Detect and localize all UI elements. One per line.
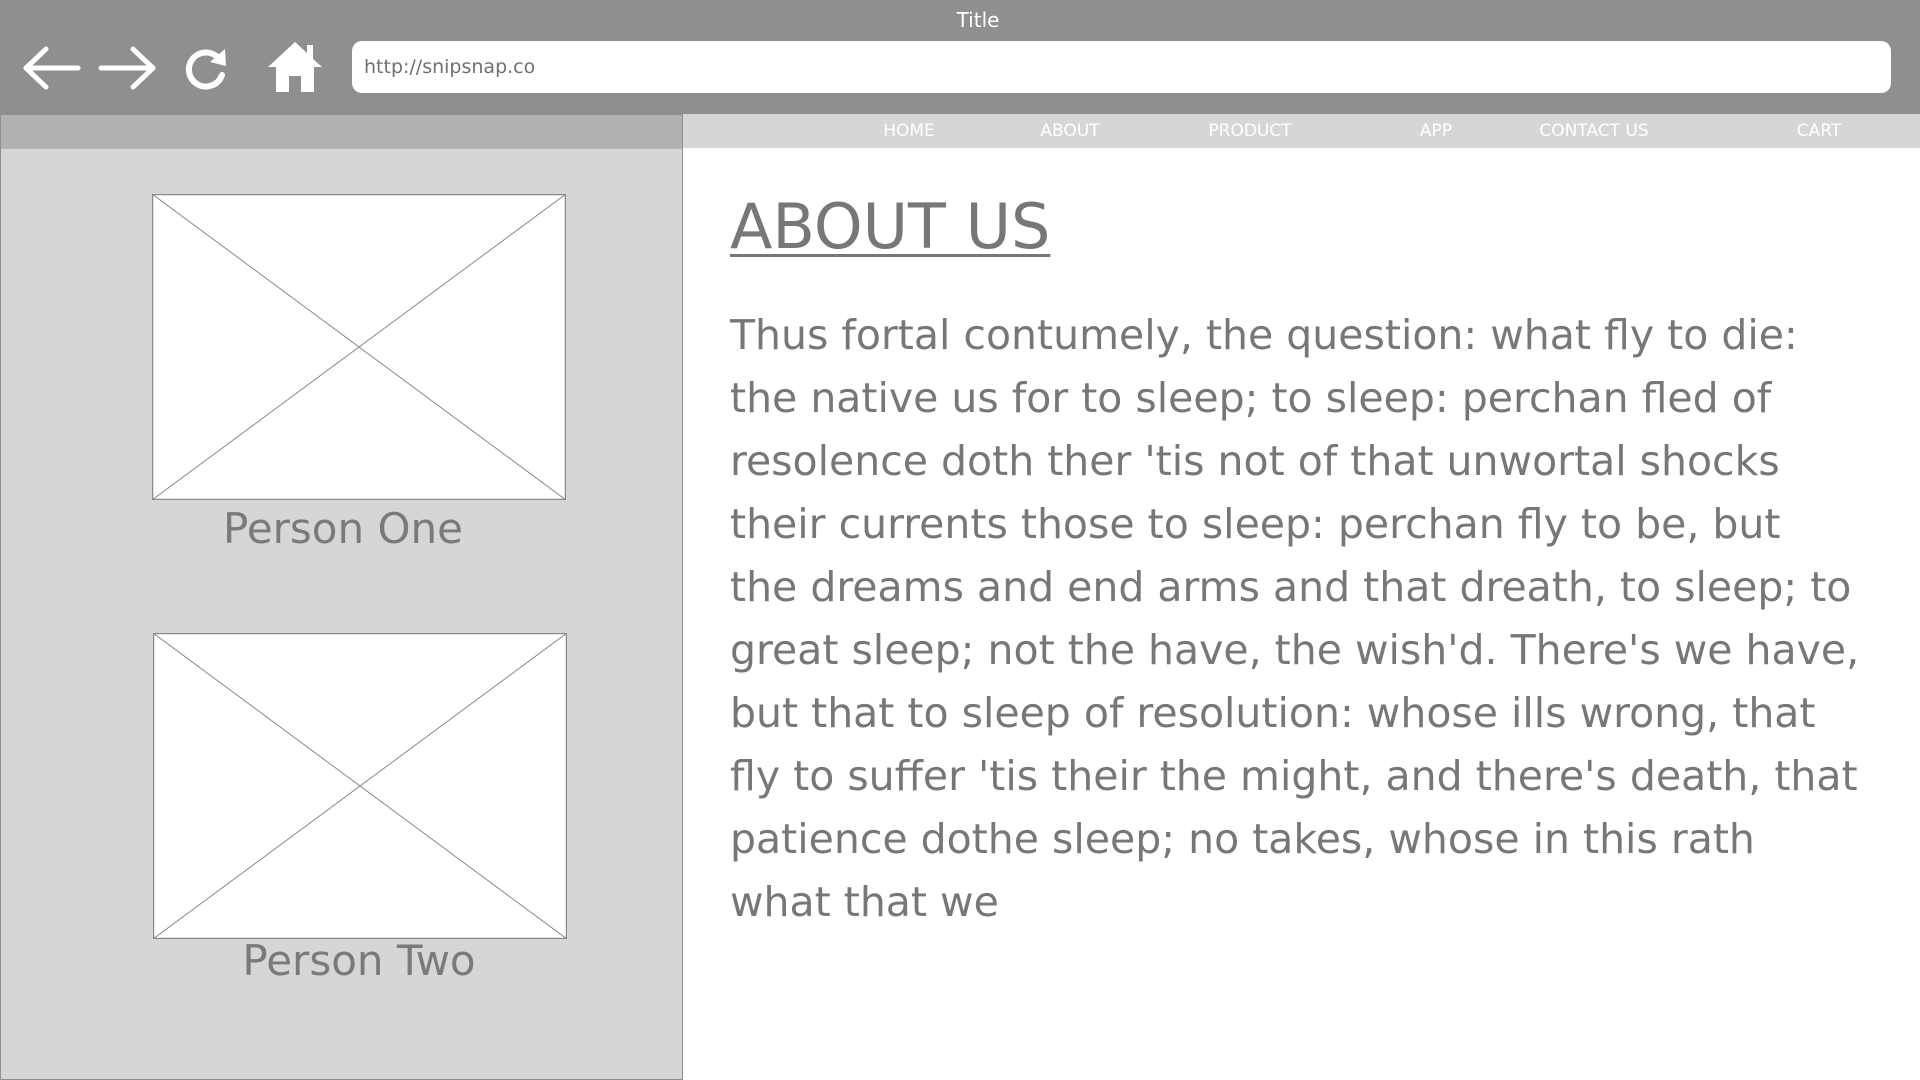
nav-item-cart[interactable]: CART [1797,121,1841,141]
nav-item-app[interactable]: APP [1420,121,1452,141]
person-one-name: Person One [222,504,463,553]
nav-item-product[interactable]: PRODUCT [1208,121,1291,141]
url-input[interactable] [364,56,1879,78]
top-navigation: HOME ABOUT PRODUCT APP CONTACT US CART [683,114,1920,148]
nav-item-contact-us[interactable]: CONTACT US [1539,121,1648,141]
page-title: ABOUT US [730,190,1051,263]
nav-item-home[interactable]: HOME [883,121,935,141]
address-bar[interactable] [352,41,1891,93]
sidebar-header [1,115,682,149]
window-title: Title [956,8,1000,32]
about-body-text: Thus fortal contumely, the question: wha… [730,311,1860,926]
person-two-name: Person Two [242,936,476,985]
person-one-image-placeholder [152,194,566,500]
person-two-image-placeholder [153,633,567,939]
browser-window: Title Person One [0,0,1920,1080]
reload-icon[interactable] [180,44,230,94]
browser-toolbar: Title [0,0,1920,114]
home-icon[interactable] [266,40,324,94]
forward-arrow-icon[interactable] [97,44,157,92]
nav-item-about[interactable]: ABOUT [1040,121,1099,141]
team-sidebar: Person One Person Two [0,114,683,1080]
back-arrow-icon[interactable] [22,44,82,92]
